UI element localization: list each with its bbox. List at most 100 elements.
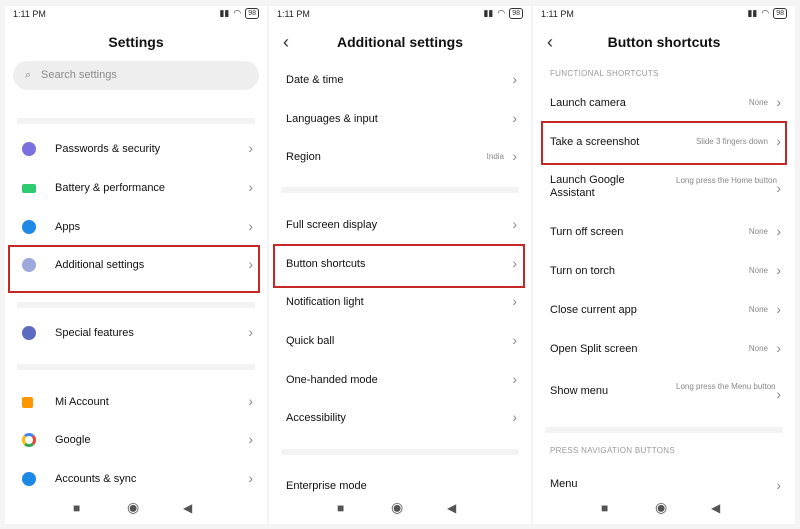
signal-icon: ▮▮ (747, 8, 758, 18)
settings-item-label: Mi Account (55, 396, 109, 408)
settings-item-label: Apps (55, 221, 81, 233)
chevron-right-icon: › (776, 180, 781, 196)
signal-icon: ▮▮ (219, 8, 230, 18)
search-placeholder: Search settings (41, 69, 117, 81)
divider (545, 427, 783, 433)
shortcut-turn-on-torch[interactable]: Turn on torch None › (533, 255, 795, 289)
home-icon[interactable]: ◉ (655, 499, 667, 516)
search-input[interactable]: ⌕ Search settings (13, 61, 259, 90)
gear-icon (22, 220, 36, 234)
chevron-right-icon: › (776, 262, 781, 278)
settings-item-label: Enterprise mode (286, 480, 367, 492)
special-icon (22, 326, 36, 340)
settings-item-languages[interactable]: Languages & input › (269, 103, 531, 137)
settings-item-full-screen[interactable]: Full screen display › (269, 209, 531, 243)
settings-item-region[interactable]: Region India › (269, 141, 531, 175)
settings-item-quick-ball[interactable]: Quick ball › (269, 325, 531, 359)
battery-status-icon: 98 (245, 8, 259, 19)
section-header: PRESS NAVIGATION BUTTONS (550, 446, 675, 455)
divider (17, 364, 255, 370)
person-icon (22, 472, 36, 486)
settings-item-label: Battery & performance (55, 182, 166, 194)
settings-item-passwords[interactable]: Passwords & security › (5, 133, 267, 167)
settings-item-notification-light[interactable]: Notification light › (269, 286, 531, 320)
chevron-right-icon: › (512, 293, 517, 309)
home-icon[interactable]: ◉ (127, 499, 139, 516)
settings-item-value: India (486, 152, 504, 161)
chevron-right-icon: › (776, 477, 781, 493)
recents-icon[interactable]: ■ (601, 501, 608, 515)
google-icon (22, 433, 36, 447)
chevron-right-icon: › (776, 340, 781, 356)
shortcut-value: Long press the Menu button (676, 382, 776, 391)
fingerprint-icon (22, 142, 36, 156)
chevron-right-icon: › (512, 371, 517, 387)
home-icon[interactable]: ◉ (391, 499, 403, 516)
chevron-right-icon: › (512, 148, 517, 164)
recents-icon[interactable]: ■ (73, 501, 80, 515)
settings-item-mi-account[interactable]: Mi Account › (5, 386, 267, 420)
page-title: Button shortcuts (607, 34, 721, 50)
shortcut-label: Turn off screen (550, 226, 624, 238)
settings-item-accessibility[interactable]: Accessibility › (269, 402, 531, 436)
chevron-right-icon: › (776, 223, 781, 239)
back-nav-icon[interactable]: ◀ (447, 501, 456, 515)
shortcut-value: None (748, 98, 768, 107)
shortcut-launch-camera[interactable]: Launch camera None › (533, 87, 795, 121)
settings-item-apps[interactable]: Apps › (5, 211, 267, 245)
shortcut-value: None (748, 227, 768, 236)
settings-item-date-time[interactable]: Date & time › (269, 64, 531, 98)
button-shortcuts-screen: 1:11 PM ▮▮ ◠ 98 ‹ Button shortcuts FUNCT… (533, 6, 795, 524)
wifi-icon: ◠ (497, 8, 506, 18)
shortcut-label: Show menu (550, 385, 609, 397)
settings-item-one-handed[interactable]: One-handed mode › (269, 364, 531, 398)
status-time: 1:11 PM (277, 9, 310, 19)
chevron-right-icon: › (512, 332, 517, 348)
chevron-right-icon: › (512, 110, 517, 126)
settings-item-label: Languages & input (286, 113, 378, 125)
navigation-bar: ■ ◉ ◀ (533, 494, 795, 524)
settings-item-label: One-handed mode (286, 374, 378, 386)
shortcut-value: Long press the Home button (676, 176, 777, 185)
status-bar: 1:11 PM ▮▮ ◠ 98 (533, 6, 795, 24)
page-title: Additional settings (337, 34, 463, 50)
battery-status-icon: 98 (509, 8, 523, 19)
shortcut-google-assistant[interactable]: Launch Google Assistant Long press the H… (533, 169, 795, 211)
signal-icon: ▮▮ (483, 8, 494, 18)
recents-icon[interactable]: ■ (337, 501, 344, 515)
status-time: 1:11 PM (13, 9, 46, 19)
chevron-right-icon: › (248, 179, 253, 195)
navigation-bar: ■ ◉ ◀ (269, 494, 531, 524)
chevron-right-icon: › (776, 94, 781, 110)
settings-item-label: Accessibility (286, 412, 346, 424)
shortcut-label: Open Split screen (550, 343, 638, 355)
wifi-icon: ◠ (233, 8, 242, 18)
settings-item-label: Full screen display (286, 219, 378, 231)
wifi-icon: ◠ (761, 8, 770, 18)
shortcut-show-menu[interactable]: Show menu Long press the Menu button › (533, 375, 795, 417)
settings-item-label: Google (55, 434, 91, 446)
chevron-right-icon: › (776, 301, 781, 317)
settings-item-battery[interactable]: Battery & performance › (5, 172, 267, 206)
settings-item-accounts[interactable]: Accounts & sync › (5, 463, 267, 497)
settings-item-label: Notification light (286, 296, 364, 308)
section-header: FUNCTIONAL SHORTCUTS (550, 69, 659, 78)
settings-item-special[interactable]: Special features › (5, 317, 267, 351)
shortcut-split-screen[interactable]: Open Split screen None › (533, 333, 795, 367)
chevron-right-icon: › (776, 386, 781, 402)
divider (17, 118, 255, 124)
back-nav-icon[interactable]: ◀ (711, 501, 720, 515)
shortcut-turn-off-screen[interactable]: Turn off screen None › (533, 216, 795, 250)
chevron-right-icon: › (248, 393, 253, 409)
divider (281, 187, 519, 193)
chevron-right-icon: › (512, 71, 517, 87)
chevron-right-icon: › (248, 470, 253, 486)
settings-item-label: Special features (55, 327, 134, 339)
additional-settings-screen: 1:11 PM ▮▮ ◠ 98 ‹ Additional settings Da… (269, 6, 531, 524)
back-nav-icon[interactable]: ◀ (183, 501, 192, 515)
shortcut-label: Close current app (550, 304, 637, 316)
shortcut-close-app[interactable]: Close current app None › (533, 294, 795, 328)
settings-item-label: Date & time (286, 74, 344, 86)
settings-item-google[interactable]: Google › (5, 424, 267, 458)
chevron-right-icon: › (248, 218, 253, 234)
